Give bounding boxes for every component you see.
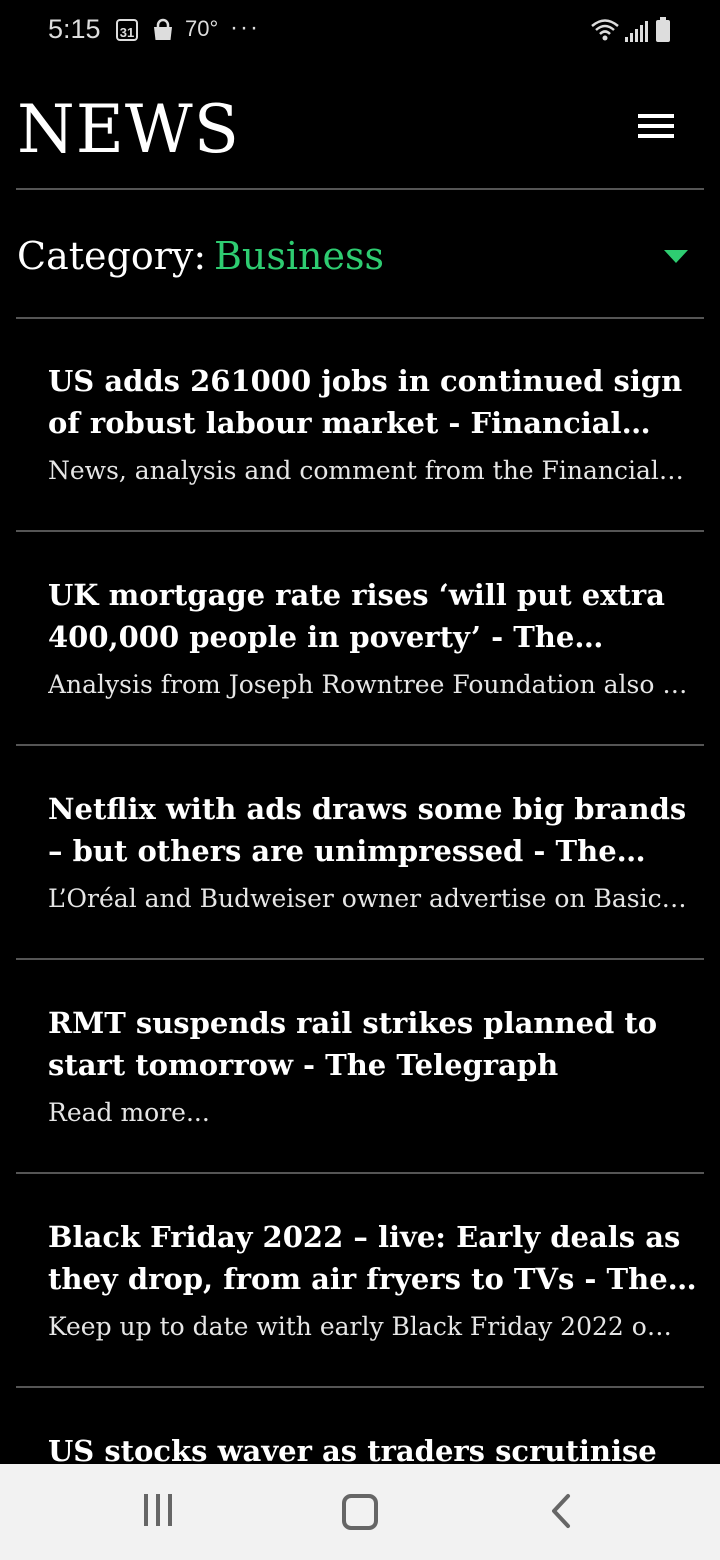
news-list-item[interactable]: UK mortgage rate rises ‘will put extra 4… [16, 532, 704, 746]
news-description: Keep up to date with early Black Friday … [48, 1312, 688, 1341]
more-notifications-icon: ··· [230, 14, 260, 41]
category-label: Category: [17, 234, 207, 278]
news-title: Black Friday 2022 – live: Early deals as… [48, 1220, 681, 1296]
category-dropdown[interactable]: Business [214, 228, 694, 284]
battery-icon [656, 17, 670, 42]
news-list-item[interactable]: RMT suspends rail strikes planned to sta… [16, 960, 704, 1174]
news-list-item[interactable]: Black Friday 2022 – live: Early deals as… [16, 1174, 704, 1388]
app-header: NEWS [0, 64, 720, 190]
news-title: Netflix with ads draws some big brands –… [48, 792, 687, 868]
news-description: L’Oréal and Budweiser owner advertise on… [48, 884, 688, 913]
shopping-bag-icon [151, 18, 175, 46]
category-row: Category: Business [0, 190, 720, 318]
home-button[interactable] [342, 1494, 378, 1530]
news-description: News, analysis and comment from the Fina… [48, 456, 688, 485]
hamburger-menu-button[interactable] [628, 104, 684, 148]
system-navigation-bar [0, 1464, 720, 1560]
menu-bar [638, 134, 674, 138]
news-list-item[interactable]: US adds 261000 jobs in continued sign of… [16, 318, 704, 532]
news-list-item[interactable]: Netflix with ads draws some big brands –… [16, 746, 704, 960]
news-title: UK mortgage rate rises ‘will put extra 4… [48, 578, 665, 654]
status-bar: 5:15 31 70° ··· [0, 0, 720, 64]
signal-strength-icon [625, 20, 649, 46]
wifi-icon [590, 18, 620, 46]
news-list[interactable]: US adds 261000 jobs in continued sign of… [0, 318, 720, 1464]
weather-temperature: 70° [185, 16, 219, 41]
news-title: US stocks waver as traders scrutinise jo… [48, 1434, 657, 1464]
back-button[interactable] [548, 1492, 574, 1536]
page-title: NEWS [17, 91, 240, 168]
news-description: Read more... [48, 1098, 210, 1127]
news-description: Analysis from Joseph Rowntree Foundation… [48, 670, 688, 699]
category-selected-value: Business [214, 234, 385, 278]
news-list-item[interactable]: US stocks waver as traders scrutinise jo… [16, 1388, 704, 1464]
news-title: RMT suspends rail strikes planned to sta… [48, 1006, 658, 1082]
menu-bar [638, 114, 674, 118]
menu-bar [638, 124, 674, 128]
news-title: US adds 261000 jobs in continued sign of… [48, 364, 683, 440]
recent-apps-button[interactable] [142, 1494, 174, 1528]
calendar-icon: 31 [116, 19, 138, 41]
dropdown-arrow-icon [664, 250, 688, 263]
status-time: 5:15 [48, 14, 101, 44]
